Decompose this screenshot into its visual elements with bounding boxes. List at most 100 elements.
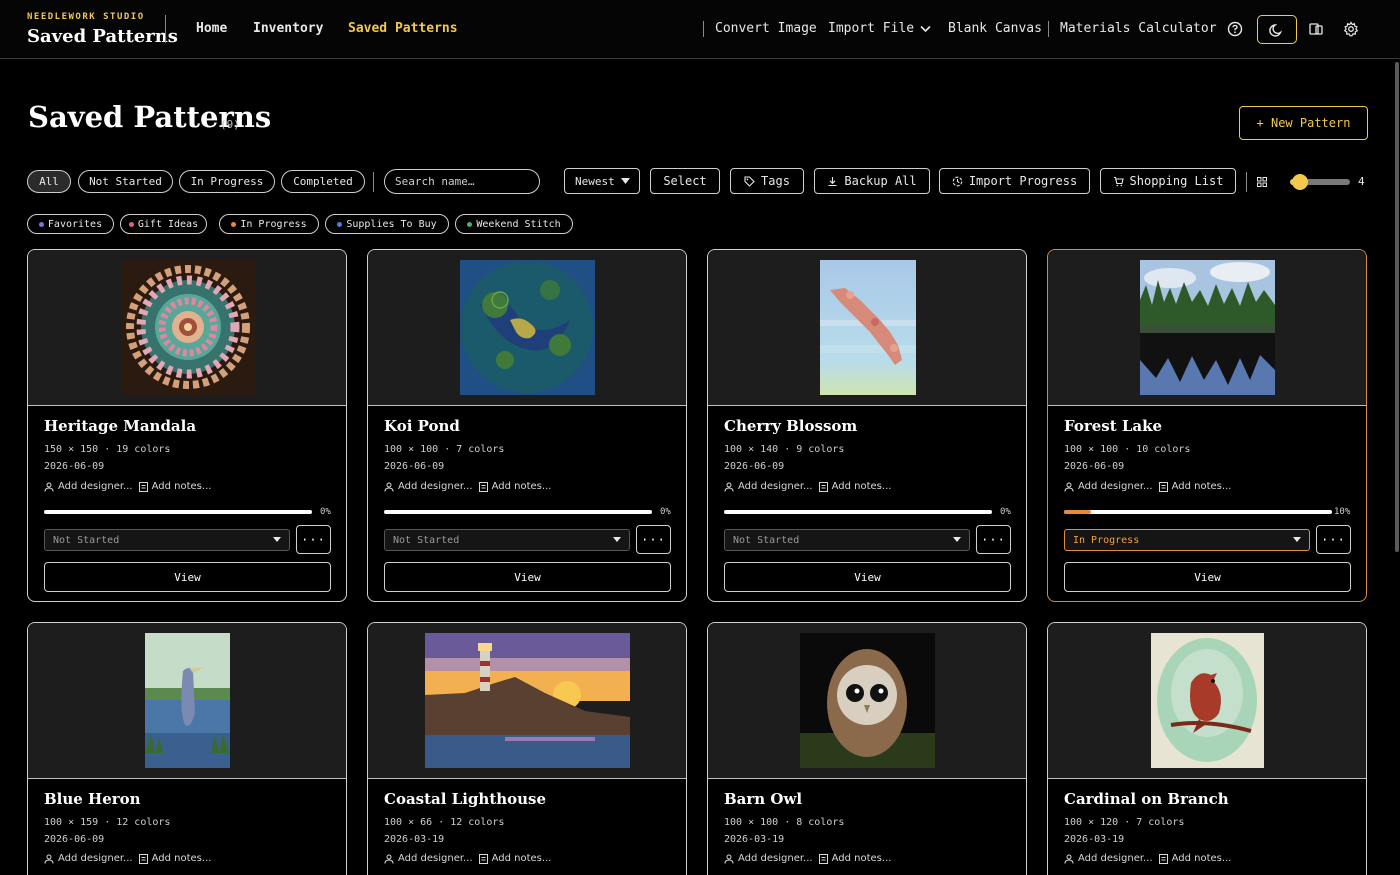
tag-in-progress[interactable]: In Progress (219, 214, 319, 234)
more-options-button[interactable]: ··· (976, 525, 1011, 554)
pattern-thumbnail-area[interactable] (1048, 250, 1366, 406)
pattern-thumbnail-area[interactable] (708, 250, 1026, 406)
pattern-card[interactable]: Cherry Blossom 100 × 140 · 9 colors 2026… (707, 249, 1027, 602)
more-options-button[interactable]: ··· (636, 525, 671, 554)
add-designer-link[interactable]: Add designer... (724, 481, 813, 492)
notes-icon (818, 853, 828, 864)
filter-not-started[interactable]: Not Started (78, 170, 173, 193)
user-icon (1064, 482, 1074, 492)
status-value: Not Started (53, 534, 120, 546)
user-icon (724, 482, 734, 492)
brand[interactable]: NEEDLEWORK STUDIO Saved Patterns (27, 12, 178, 47)
add-notes-link[interactable]: Add notes... (138, 853, 212, 864)
materials-calculator-button[interactable]: Materials Calculator (1060, 21, 1217, 36)
pattern-card[interactable]: Forest Lake 100 × 100 · 10 colors 2026-0… (1047, 249, 1367, 602)
notes-icon (478, 481, 488, 492)
tag-gift-ideas[interactable]: Gift Ideas (120, 214, 207, 234)
settings-button[interactable] (1337, 15, 1365, 43)
pattern-card[interactable]: Barn Owl 100 × 100 · 8 colors 2026-03-19… (707, 622, 1027, 875)
add-notes-label: Add notes... (151, 853, 212, 864)
add-designer-label: Add designer... (1078, 853, 1153, 864)
pattern-thumbnail-area[interactable] (368, 250, 686, 406)
import-file-menu[interactable]: Import File (828, 21, 931, 36)
view-button[interactable]: View (44, 562, 331, 592)
progress-percent: 0% (1000, 507, 1011, 517)
brand-title: Saved Patterns (27, 26, 178, 47)
pattern-dimensions: 100 × 120 · 7 colors (1064, 817, 1185, 828)
tag-dot (467, 221, 473, 227)
add-notes-link[interactable]: Add notes... (478, 481, 551, 492)
backup-all-button[interactable]: Backup All (814, 168, 930, 194)
tags-button[interactable]: Tags (730, 168, 804, 194)
status-select[interactable]: In Progress (1064, 529, 1310, 551)
add-notes-label: Add notes... (151, 481, 212, 492)
pattern-card[interactable]: Cardinal on Branch 100 × 120 · 7 colors … (1047, 622, 1367, 875)
pattern-thumbnail-area[interactable] (1048, 623, 1366, 779)
add-designer-link[interactable]: Add designer... (724, 853, 813, 864)
nav-home[interactable]: Home (196, 21, 227, 36)
view-button[interactable]: View (384, 562, 671, 592)
slider-knob[interactable] (1292, 174, 1308, 190)
pattern-thumbnail-area[interactable] (368, 623, 686, 779)
add-designer-link[interactable]: Add designer... (44, 853, 133, 864)
add-notes-link[interactable]: Add notes... (1158, 853, 1231, 864)
add-notes-link[interactable]: Add notes... (1158, 481, 1231, 492)
pattern-card[interactable]: Blue Heron 100 × 159 · 12 colors 2026-06… (27, 622, 347, 875)
view-button[interactable]: View (1064, 562, 1351, 592)
add-designer-link[interactable]: Add designer... (384, 481, 473, 492)
filter-in-progress[interactable]: In Progress (179, 170, 275, 193)
filter-all[interactable]: All (27, 170, 71, 193)
status-select[interactable]: Not Started (724, 529, 970, 551)
add-notes-link[interactable]: Add notes... (138, 481, 212, 492)
panel-toggle-button[interactable] (1302, 15, 1330, 43)
filter-completed[interactable]: Completed (281, 170, 365, 193)
import-progress-button[interactable]: Import Progress (939, 168, 1090, 194)
add-designer-link[interactable]: Add designer... (1064, 481, 1153, 492)
select-button[interactable]: Select (650, 168, 720, 194)
theme-toggle-button[interactable] (1257, 15, 1297, 44)
view-button[interactable]: View (724, 562, 1011, 592)
pattern-thumbnail (1151, 633, 1264, 768)
sort-select[interactable]: Newest (564, 168, 640, 194)
pattern-card[interactable]: Koi Pond 100 × 100 · 7 colors 2026-06-09… (367, 249, 687, 602)
status-select[interactable]: Not Started (384, 529, 630, 551)
pattern-thumbnail-area[interactable] (708, 623, 1026, 779)
add-designer-link[interactable]: Add designer... (1064, 853, 1153, 864)
pattern-dimensions: 100 × 100 · 8 colors (724, 817, 845, 828)
more-options-button[interactable]: ··· (1316, 525, 1351, 554)
caret-down-icon (621, 178, 630, 184)
pattern-thumbnail-area[interactable] (28, 250, 346, 406)
add-notes-link[interactable]: Add notes... (818, 481, 891, 492)
columns-slider[interactable] (1290, 174, 1350, 190)
pattern-card[interactable]: Coastal Lighthouse 100 × 66 · 12 colors … (367, 622, 687, 875)
new-pattern-button[interactable]: + New Pattern (1239, 106, 1368, 140)
pattern-thumbnail (800, 633, 935, 768)
nav-inventory[interactable]: Inventory (253, 21, 323, 36)
blank-canvas-button[interactable]: Blank Canvas (948, 21, 1042, 36)
tag-dot (231, 221, 237, 227)
add-designer-label: Add designer... (58, 853, 133, 864)
tag-favorites[interactable]: Favorites (27, 214, 114, 234)
page-scrollbar[interactable] (1395, 62, 1399, 552)
convert-image-button[interactable]: Convert Image (715, 21, 817, 36)
pattern-card[interactable]: Heritage Mandala 150 × 150 · 19 colors 2… (27, 249, 347, 602)
notes-icon (1158, 481, 1168, 492)
shopping-list-button[interactable]: Shopping List (1100, 168, 1236, 194)
add-notes-link[interactable]: Add notes... (818, 853, 891, 864)
tag-supplies-to-buy[interactable]: Supplies To Buy (325, 214, 449, 234)
add-designer-link[interactable]: Add designer... (384, 853, 473, 864)
tag-label: Weekend Stitch (476, 218, 561, 230)
tag-weekend-stitch[interactable]: Weekend Stitch (455, 214, 573, 234)
help-button[interactable] (1221, 15, 1249, 43)
search-input[interactable] (384, 169, 540, 194)
more-options-button[interactable]: ··· (296, 525, 331, 554)
add-notes-link[interactable]: Add notes... (478, 853, 551, 864)
pattern-thumbnail-area[interactable] (28, 623, 346, 779)
add-designer-link[interactable]: Add designer... (44, 481, 133, 492)
nav-saved-patterns[interactable]: Saved Patterns (348, 21, 458, 36)
tag-dot (128, 221, 134, 227)
pattern-thumbnail (121, 260, 256, 395)
status-select[interactable]: Not Started (44, 529, 290, 551)
progress-percent: 0% (320, 507, 331, 517)
pattern-count: (9) (220, 118, 240, 131)
